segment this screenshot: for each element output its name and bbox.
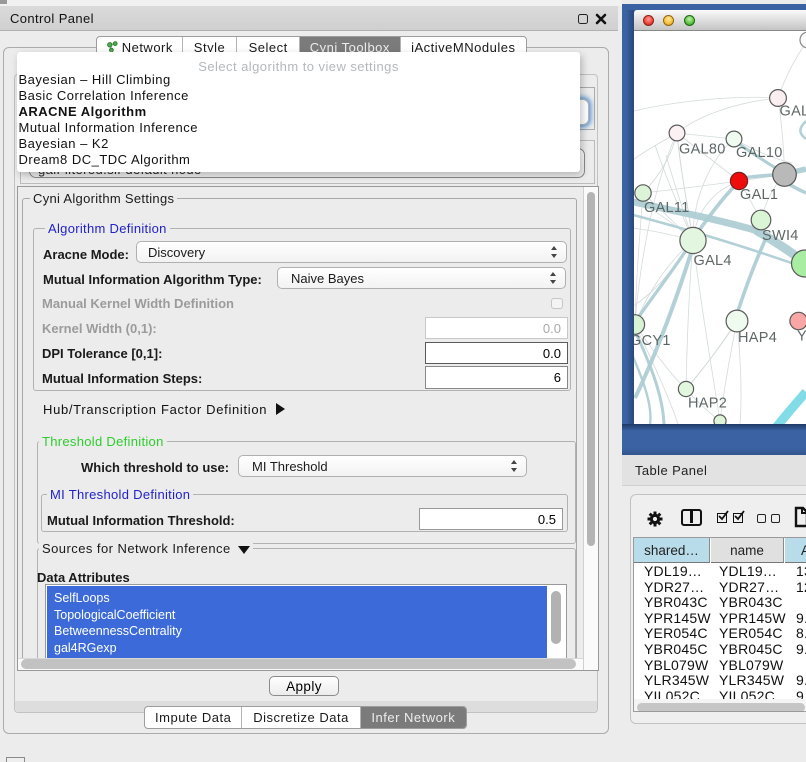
svg-text:HAP4: HAP4	[738, 330, 777, 346]
svg-text:Y: Y	[797, 329, 806, 345]
svg-text:GAL10: GAL10	[736, 145, 783, 161]
svg-text:SWI4: SWI4	[762, 228, 799, 244]
svg-text:GAL80: GAL80	[679, 142, 726, 158]
svg-text:GAL4: GAL4	[694, 253, 732, 269]
svg-text:GAL1: GAL1	[740, 187, 778, 203]
svg-text:GAL7: GAL7	[780, 104, 806, 120]
svg-text:GAL11: GAL11	[644, 200, 690, 216]
svg-text:HAP2: HAP2	[688, 396, 727, 412]
svg-text:GCY1: GCY1	[634, 333, 671, 349]
